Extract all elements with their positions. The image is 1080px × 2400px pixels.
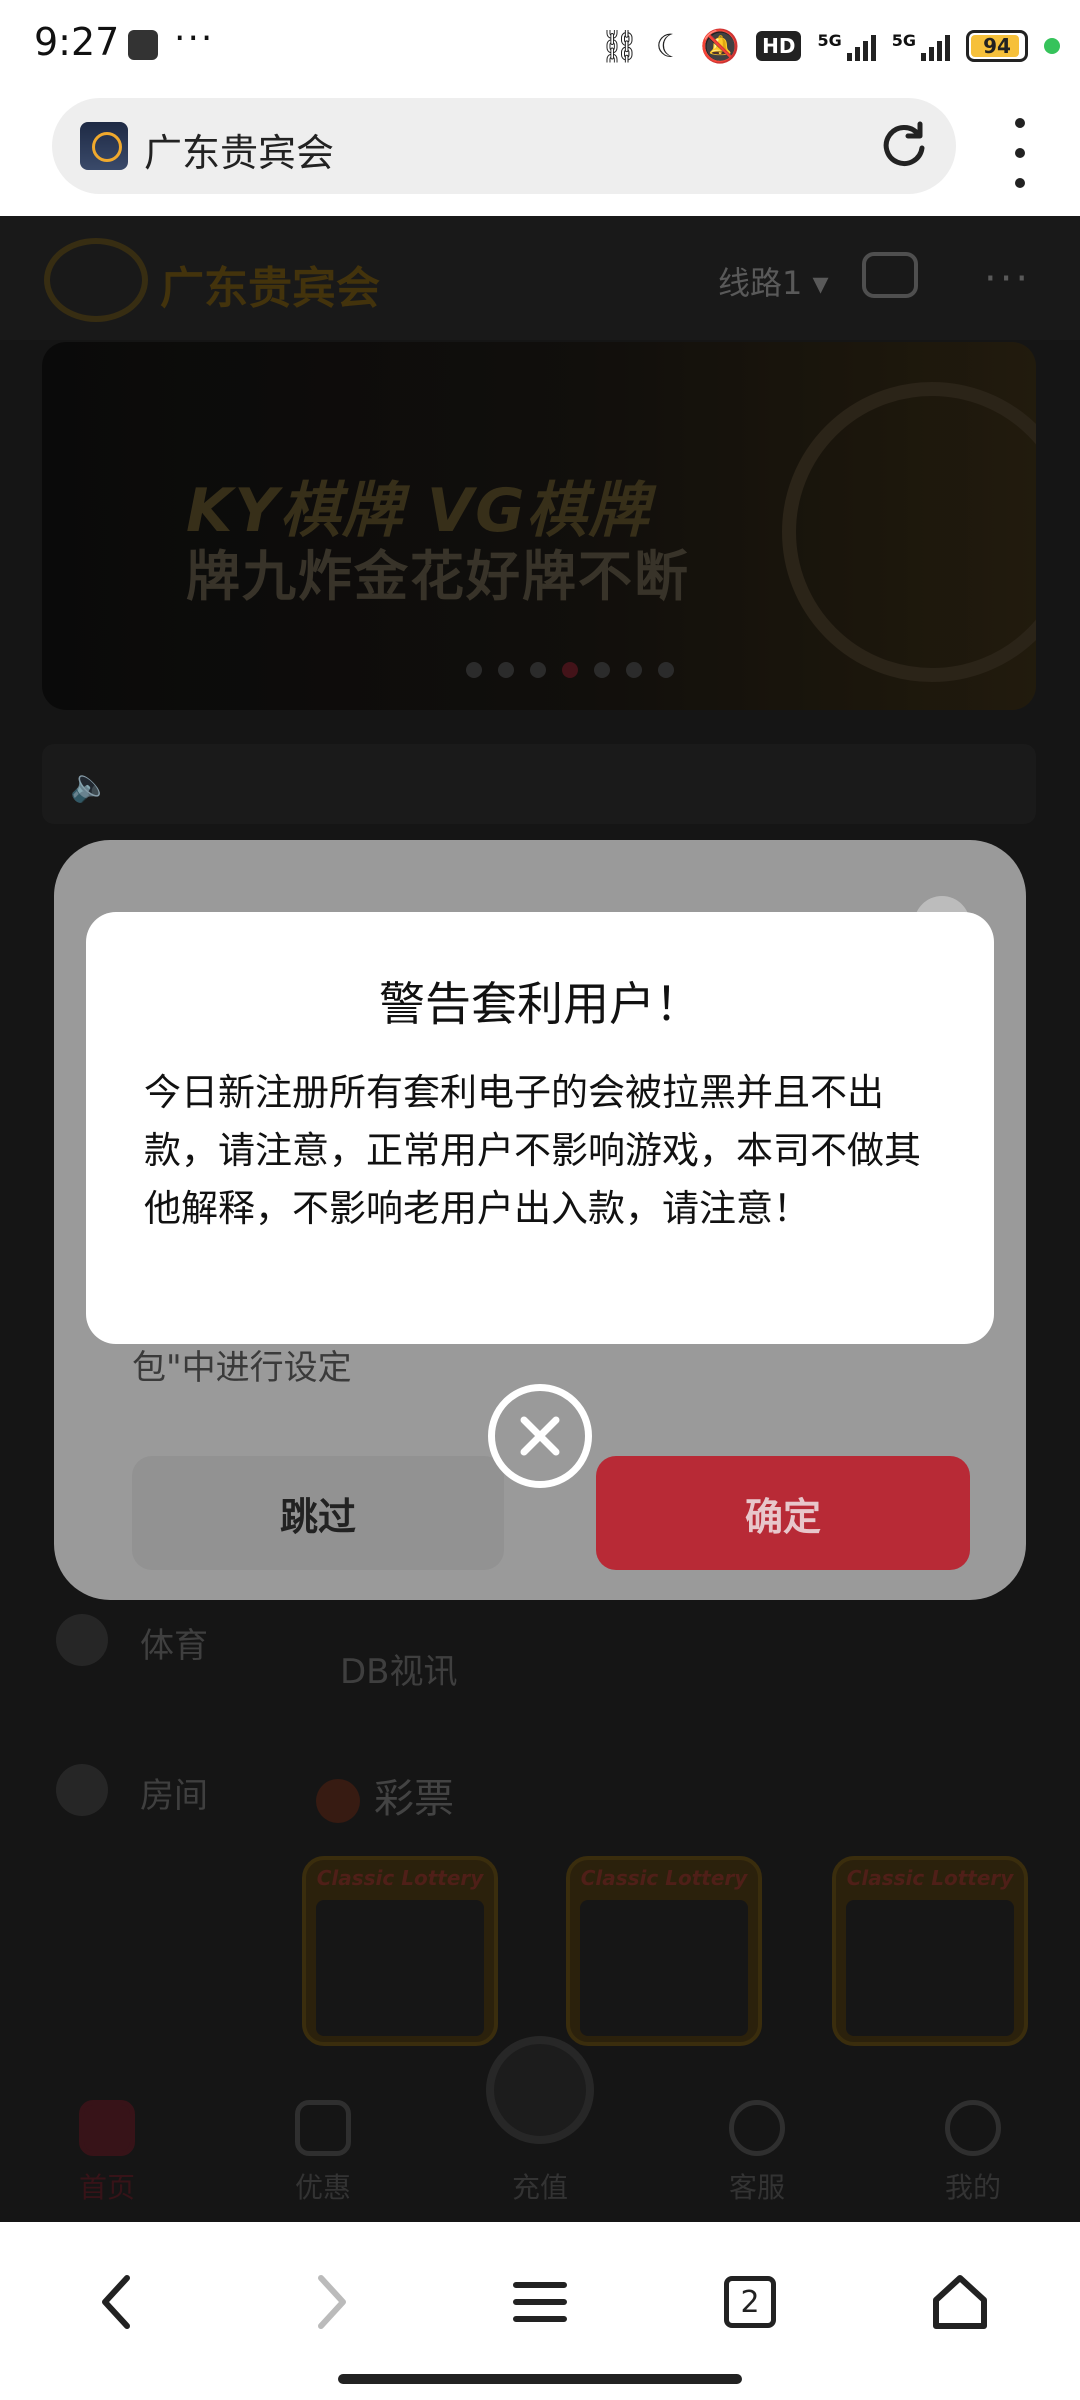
battery-icon: 94 bbox=[966, 30, 1028, 62]
network-type-label: 5G bbox=[891, 31, 916, 50]
warning-body: 今日新注册所有套利电子的会被拉黑并且不出款，请注意，正常用户不影响游戏，本司不做… bbox=[144, 1071, 921, 1230]
back-icon[interactable] bbox=[78, 2262, 158, 2342]
gesture-home-indicator[interactable] bbox=[338, 2374, 742, 2384]
tabs-button[interactable]: 2 bbox=[710, 2262, 790, 2342]
status-icons: ⛓ ☾ 🔕 HD 5G 5G 94 bbox=[599, 26, 1060, 66]
hd-icon: HD bbox=[756, 31, 802, 61]
link-icon: ⛓ bbox=[598, 27, 640, 65]
close-icon bbox=[520, 1416, 560, 1456]
menu-icon[interactable] bbox=[500, 2262, 580, 2342]
browser-menu-icon[interactable] bbox=[1010, 118, 1030, 188]
web-page: 广东贵宾会 线路1 ▾ ··· KY棋牌 VG棋牌 牌九炸金花好牌不断 🔈 捕鱼… bbox=[0, 216, 1080, 2222]
forward-icon[interactable] bbox=[290, 2262, 370, 2342]
skip-button[interactable]: 跳过 bbox=[132, 1456, 504, 1570]
moon-icon: ☾ bbox=[655, 27, 685, 65]
mute-icon: 🔕 bbox=[700, 27, 741, 65]
battery-level: 94 bbox=[983, 34, 1011, 58]
network-type-label: 5G bbox=[817, 31, 842, 50]
home-icon[interactable] bbox=[920, 2262, 1000, 2342]
tab-count: 2 bbox=[724, 2276, 776, 2328]
warning-title: 警告套利用户！ bbox=[379, 977, 701, 1031]
browser-toolbar: 广东贵宾会 bbox=[0, 90, 1080, 216]
reload-icon[interactable] bbox=[876, 118, 932, 174]
status-bar: 9:27 ··· ⛓ ☾ 🔕 HD 5G 5G 94 bbox=[0, 0, 1080, 90]
modal-close-icon[interactable] bbox=[488, 1384, 592, 1488]
status-time: 9:27 bbox=[34, 20, 120, 64]
site-title: 广东贵宾会 bbox=[144, 131, 335, 175]
underlying-dialog-text: 包"中进行设定 bbox=[132, 1348, 352, 1388]
site-favicon bbox=[80, 122, 128, 170]
signal-5g-icon: 5G bbox=[817, 31, 876, 61]
warning-modal: 警告套利用户！ 今日新注册所有套利电子的会被拉黑并且不出款，请注意，正常用户不影… bbox=[86, 912, 994, 1344]
signal-5g-icon: 5G bbox=[892, 31, 950, 61]
address-bar[interactable]: 广东贵宾会 bbox=[52, 98, 956, 194]
notification-app-icon bbox=[128, 30, 158, 60]
confirm-button[interactable]: 确定 bbox=[596, 1456, 970, 1570]
more-notifications-icon: ··· bbox=[174, 18, 215, 59]
browser-bottom-bar: 2 bbox=[0, 2222, 1080, 2400]
privacy-indicator-dot bbox=[1044, 38, 1060, 54]
